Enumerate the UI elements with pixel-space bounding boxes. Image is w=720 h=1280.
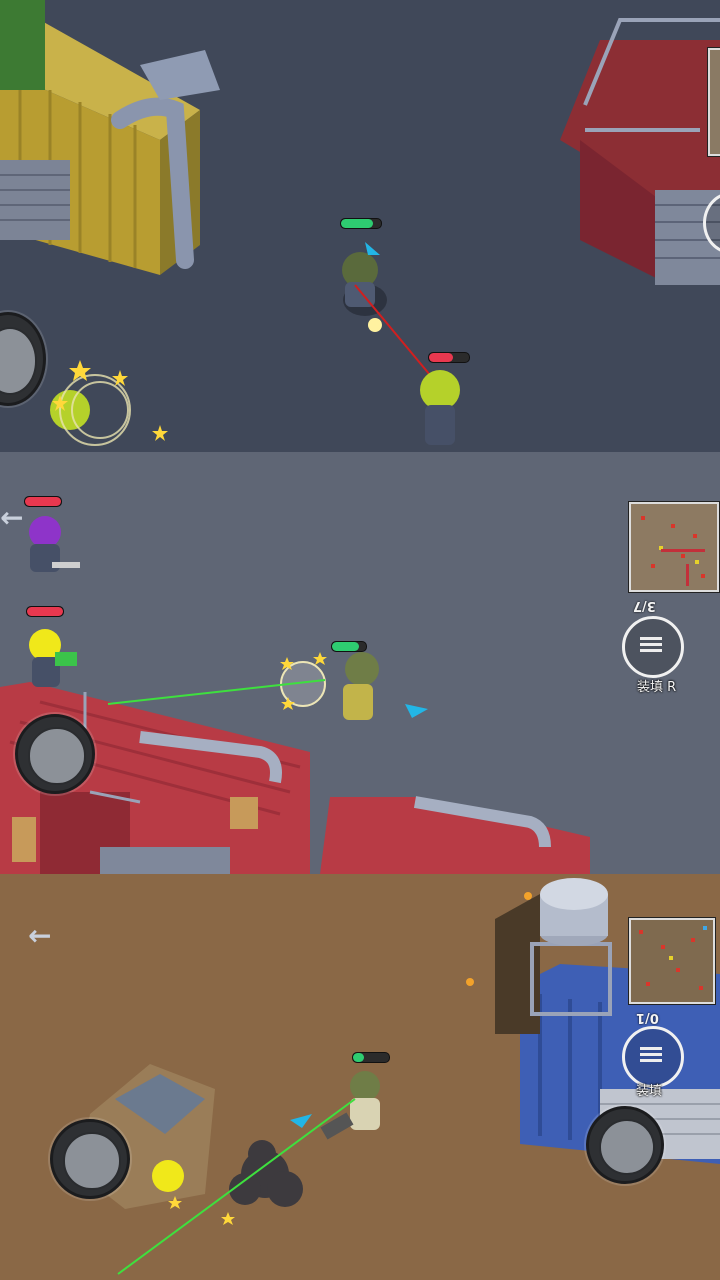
coin: [466, 978, 474, 986]
direction-marker-icon: [405, 704, 428, 718]
player-health-bar: [352, 1052, 390, 1063]
muzzle-flash: [368, 318, 382, 332]
ammo-counter: 0/1: [636, 1010, 659, 1025]
player-character: [345, 652, 379, 686]
enemy-character: [152, 1160, 184, 1192]
player-health-bar: [331, 641, 367, 652]
scene-panel-top: [0, 0, 720, 452]
minimap-markers: [641, 516, 705, 586]
enemy-character: [420, 370, 460, 410]
enemy-health-bar: [24, 496, 62, 507]
direction-marker-icon: [290, 1114, 312, 1128]
green-container: [0, 0, 45, 90]
player-health-fill: [341, 219, 373, 228]
back-arrow-icon[interactable]: ←: [28, 922, 51, 950]
direction-marker-icon: [365, 242, 380, 255]
reload-cycle-icon: [640, 637, 662, 652]
player-health-fill: [353, 1053, 364, 1062]
scene-panel-middle: ← 3/7 装填 R: [0, 452, 720, 874]
smoke-cloud: [229, 1140, 303, 1207]
enemy-health-bar: [428, 352, 470, 363]
enemy-character: [29, 516, 61, 548]
player-health-fill: [332, 642, 360, 651]
shutter-door: [100, 847, 230, 874]
minimap[interactable]: [629, 502, 719, 592]
game-scene-middle: [0, 516, 590, 874]
shutter-door: [0, 160, 70, 240]
revolver: [52, 562, 80, 568]
wood-pallet: [230, 797, 258, 829]
back-arrow-icon[interactable]: ←: [0, 504, 23, 532]
cash-stack: [55, 652, 77, 666]
star-particles: [168, 1196, 235, 1225]
coin: [524, 892, 532, 900]
reload-label: 装填: [636, 1084, 663, 1099]
player-health-bar: [340, 218, 382, 229]
enemy-health-fill-1: [25, 497, 61, 506]
aim-laser: [354, 284, 431, 376]
reload-label: 装填 R: [637, 680, 677, 695]
cardboard-box: [12, 817, 36, 862]
game-scene-bottom: [80, 878, 720, 1275]
enemy-health-fill-2: [27, 607, 63, 616]
aim-joystick[interactable]: [586, 1106, 664, 1184]
reload-cycle-icon: [640, 1047, 662, 1062]
player-character: [350, 1071, 380, 1101]
enemy-health-fill: [429, 353, 453, 362]
minimap-markers: [639, 926, 707, 990]
minimap[interactable]: [629, 918, 715, 1004]
grenade-launcher: [320, 1112, 354, 1140]
reload-button[interactable]: [622, 1026, 684, 1088]
movement-joystick[interactable]: [50, 1119, 130, 1199]
scene-panel-bottom: ← 0/1 装填: [0, 874, 720, 1280]
ammo-counter: 3/7: [633, 598, 656, 613]
movement-joystick[interactable]: [15, 714, 95, 794]
reload-button[interactable]: [622, 616, 684, 678]
enemy-health-bar: [26, 606, 64, 617]
minimap[interactable]: [708, 48, 720, 156]
